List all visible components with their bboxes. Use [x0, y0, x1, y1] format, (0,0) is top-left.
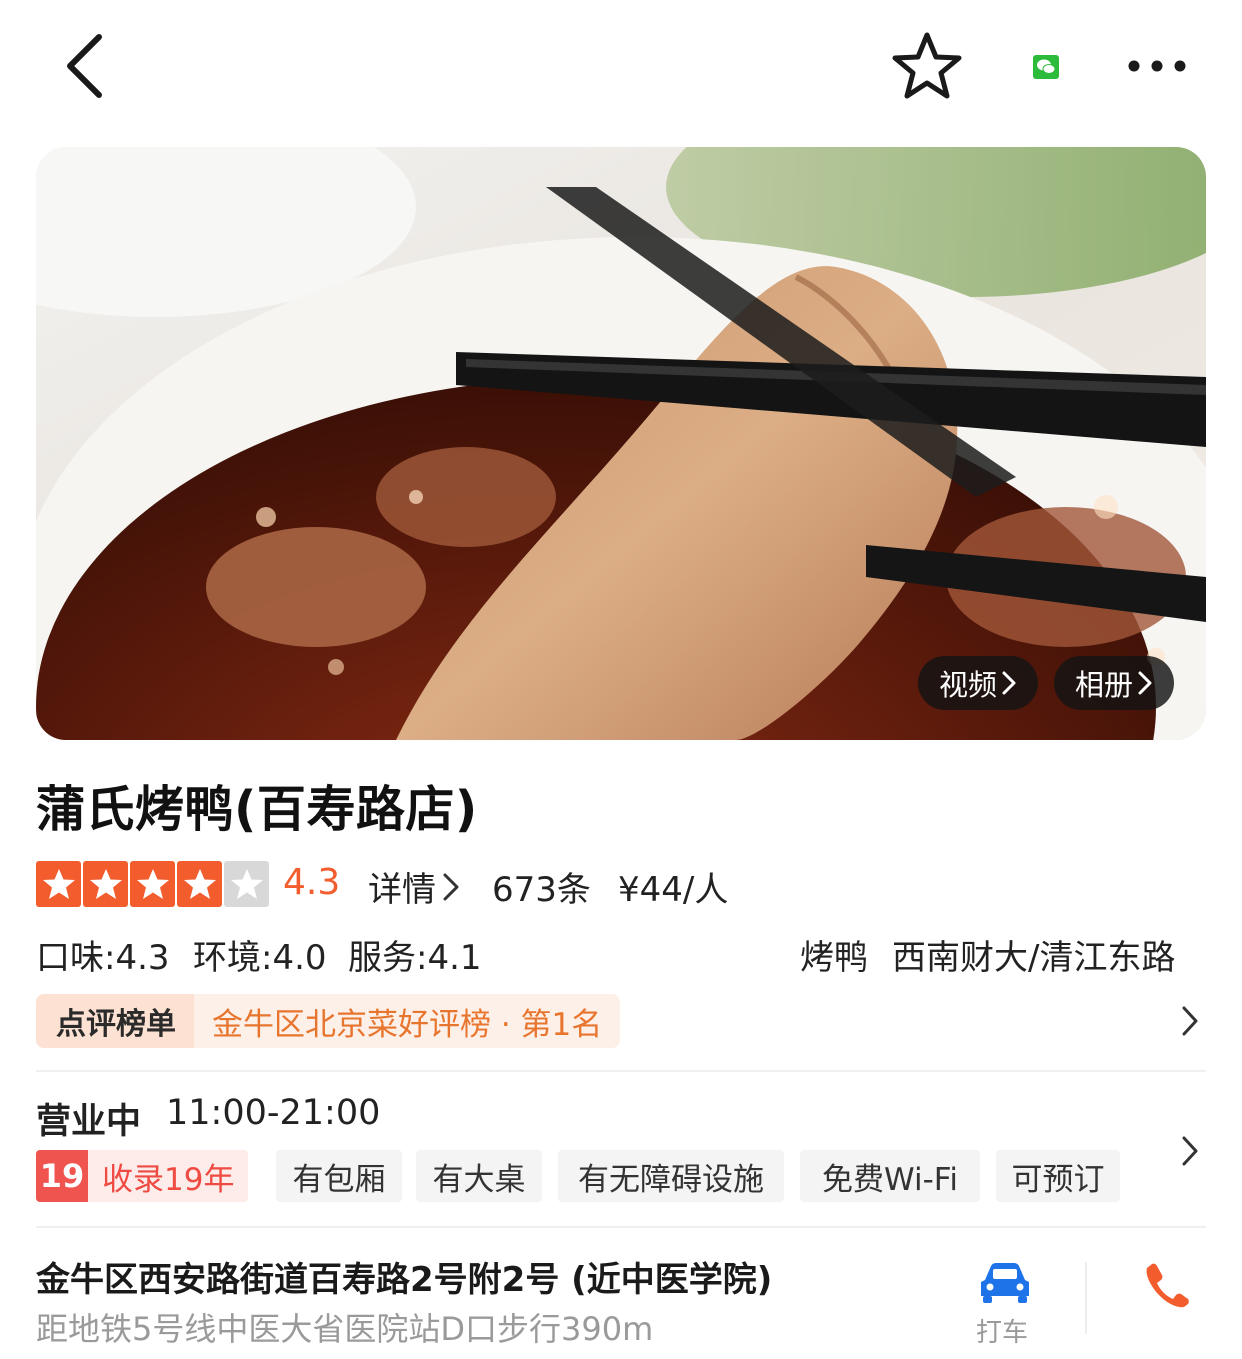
- price-per-person: ¥44/人: [618, 870, 729, 910]
- taxi-button[interactable]: 打车: [968, 1258, 1042, 1348]
- wechat-icon: [1033, 55, 1059, 79]
- phone-button[interactable]: [1138, 1256, 1194, 1312]
- star-filled-icon: [83, 861, 128, 907]
- years-number: 19: [36, 1150, 88, 1202]
- business-hours: 11:00-21:00: [166, 1093, 381, 1133]
- taste-score: 口味:4.3: [36, 938, 170, 978]
- facility-tag: 有包厢: [276, 1150, 402, 1202]
- video-button[interactable]: 视频: [918, 656, 1038, 710]
- star-outline-icon: [892, 32, 962, 99]
- taxi-label: 打车: [976, 1318, 1029, 1348]
- divider: [36, 1226, 1206, 1228]
- star-rating: [36, 861, 269, 907]
- business-chevron[interactable]: [1174, 1130, 1206, 1172]
- chevron-right-icon: [1002, 671, 1016, 695]
- vertical-divider: [1085, 1262, 1087, 1334]
- wechat-share-button[interactable]: [1032, 54, 1060, 80]
- ranking-chevron[interactable]: [1174, 1000, 1206, 1042]
- ranking-text: 金牛区北京菜好评榜 · 第1名: [194, 994, 621, 1048]
- ranking-label: 点评榜单: [36, 994, 194, 1048]
- chevron-right-icon: [1182, 1006, 1198, 1036]
- years-text: 收录19年: [102, 1161, 235, 1198]
- album-button[interactable]: 相册: [1054, 656, 1174, 710]
- shop-category[interactable]: 烤鸭: [800, 930, 868, 979]
- star-filled-icon: [130, 861, 175, 907]
- album-label: 相册: [1074, 668, 1133, 702]
- environment-score: 环境:4.0: [193, 938, 327, 978]
- phone-icon: [1146, 1263, 1189, 1308]
- chevron-right-icon: [1182, 1136, 1198, 1166]
- details-label: 详情: [368, 870, 436, 910]
- more-dots-icon: [1128, 60, 1186, 72]
- chevron-left-icon: [67, 34, 102, 98]
- shop-name: 蒲氏烤鸭(百寿路店): [36, 781, 478, 838]
- video-label: 视频: [938, 668, 997, 702]
- facility-tag: 有无障碍设施: [558, 1150, 784, 1202]
- roast-duck-photo: [36, 147, 1206, 740]
- shop-area[interactable]: 西南财大/清江东路: [892, 930, 1175, 979]
- facility-tag: 免费Wi-Fi: [800, 1150, 980, 1202]
- business-status: 营业中: [36, 1102, 142, 1142]
- ranking-banner[interactable]: 点评榜单 金牛区北京菜好评榜 · 第1名: [36, 994, 621, 1048]
- details-link[interactable]: 详情: [368, 862, 460, 911]
- service-score: 服务:4.1: [348, 938, 482, 978]
- years-badge: 19 收录19年: [36, 1150, 249, 1202]
- favorite-button[interactable]: [888, 30, 966, 102]
- hero-photo[interactable]: [36, 147, 1206, 740]
- star-empty-icon: [224, 861, 269, 907]
- star-filled-icon: [36, 861, 81, 907]
- metro-distance: 距地铁5号线中医大省医院站D口步行390m: [36, 1310, 654, 1348]
- review-count: 673条: [492, 870, 591, 910]
- car-icon: [981, 1263, 1029, 1303]
- facility-tag: 有大桌: [416, 1150, 542, 1202]
- shop-address[interactable]: 金牛区西安路街道百寿路2号附2号 (近中医学院): [36, 1252, 772, 1301]
- facility-tag: 可预订: [996, 1150, 1120, 1202]
- divider: [36, 1070, 1206, 1072]
- chevron-right-icon: [1138, 671, 1152, 695]
- chevron-right-icon: [443, 873, 459, 900]
- star-filled-icon: [177, 861, 222, 907]
- more-button[interactable]: [1122, 48, 1192, 84]
- rating-value: 4.3: [283, 862, 341, 903]
- back-button[interactable]: [56, 30, 112, 102]
